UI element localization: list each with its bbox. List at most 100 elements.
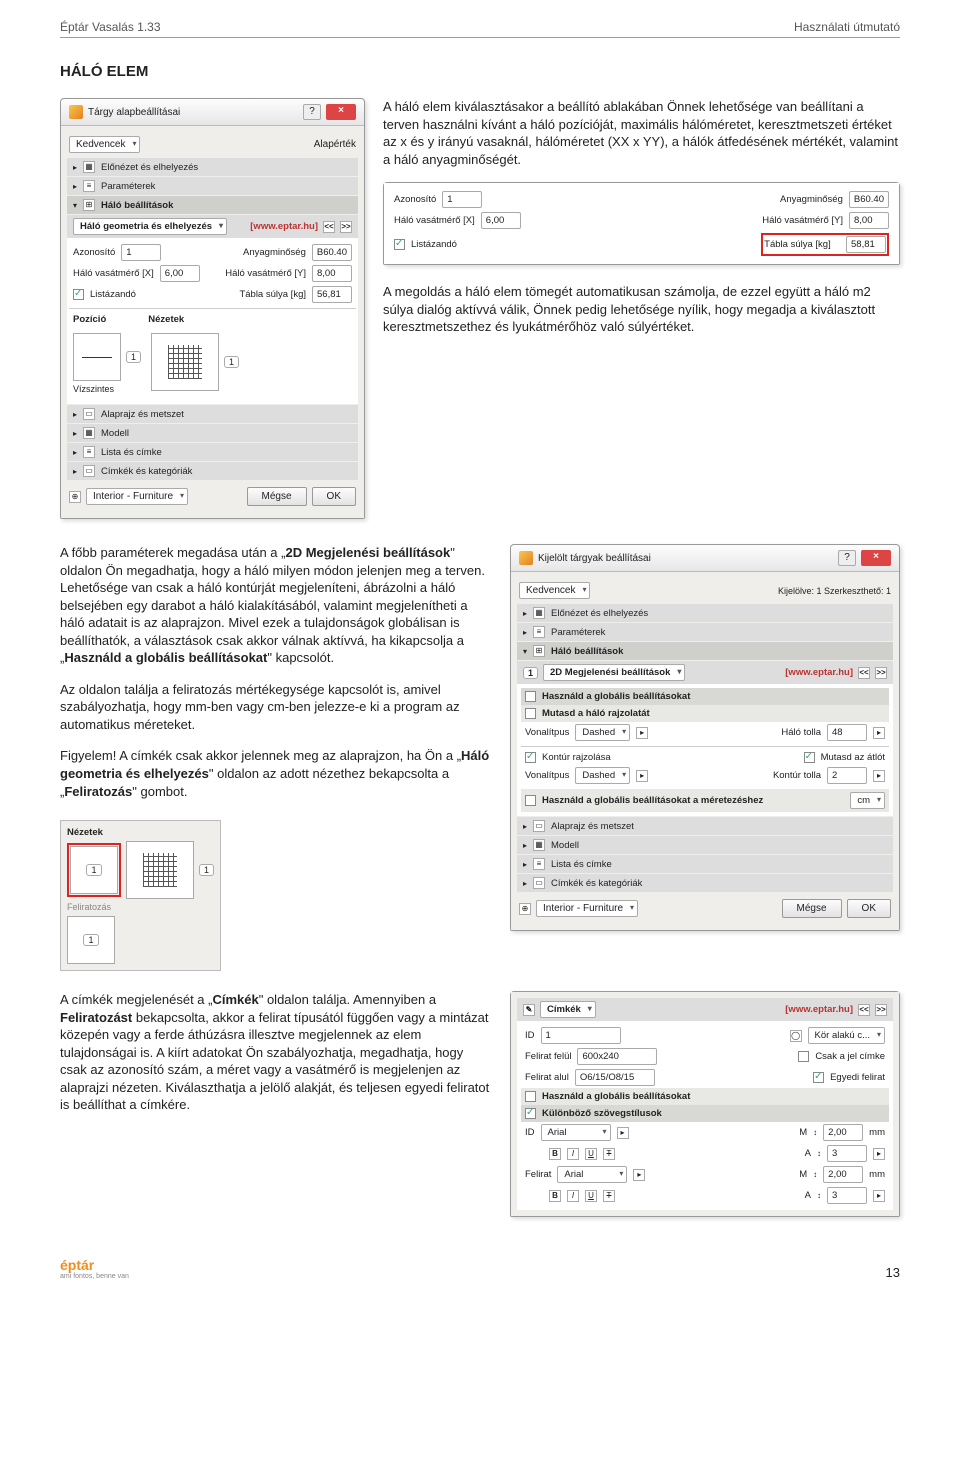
italic-btn2[interactable]: I <box>567 1190 579 1202</box>
row-model[interactable]: Modell <box>101 428 129 439</box>
d2-lt-btn[interactable]: ▸ <box>636 727 648 739</box>
d3-a1[interactable]: 3 <box>827 1145 867 1162</box>
suly-val[interactable]: 56,81 <box>312 286 352 303</box>
bold-btn2[interactable]: B <box>549 1190 561 1202</box>
d2-global-cb[interactable] <box>525 691 536 702</box>
y-val[interactable]: 8,00 <box>312 265 352 282</box>
d2-ok[interactable]: OK <box>847 899 891 918</box>
d3-ff-v[interactable]: 600x240 <box>577 1048 657 1065</box>
d2-ct[interactable]: Címkék és kategóriák <box>551 878 642 889</box>
i-y-val[interactable]: 8,00 <box>849 212 889 229</box>
row-hallo[interactable]: Háló beállítások <box>101 200 173 211</box>
close-button2[interactable]: × <box>861 550 891 566</box>
close-button[interactable]: × <box>326 104 356 120</box>
sd-tile1[interactable]: 1 <box>70 846 118 894</box>
x-val[interactable]: 6,00 <box>160 265 200 282</box>
dlg2-fav[interactable]: Kedvencek <box>519 582 590 599</box>
d2-dashed2[interactable]: Dashed <box>575 767 630 784</box>
d2-layer-icon: ⊕ <box>519 903 531 915</box>
row-preview[interactable]: Előnézet és elhelyezés <box>101 162 198 173</box>
row-cat[interactable]: Címkék és kategóriák <box>101 466 192 477</box>
d2-fp[interactable]: Alaprajz és metszet <box>551 821 634 832</box>
d3-panel[interactable]: Címkék <box>540 1001 596 1018</box>
category-select[interactable]: Interior - Furniture <box>86 488 188 505</box>
panel-select[interactable]: Háló geometria és elhelyezés <box>73 218 227 235</box>
d3-next[interactable]: >> <box>875 1004 887 1016</box>
strike-btn[interactable]: T <box>603 1148 615 1160</box>
d3-csak: Csak a jel címke <box>815 1051 885 1062</box>
sd-mesh[interactable] <box>126 841 194 899</box>
i-azon-val[interactable]: 1 <box>442 191 482 208</box>
d2-atlo-cb[interactable] <box>804 752 815 763</box>
i-x-val[interactable]: 6,00 <box>481 212 521 229</box>
d3-prev[interactable]: << <box>858 1004 870 1016</box>
d3-fa-v[interactable]: O6/15/O8/15 <box>575 1069 655 1086</box>
d2-prev[interactable]: << <box>858 667 870 679</box>
d2-row1[interactable]: Paraméterek <box>551 627 605 638</box>
strike-btn2[interactable]: T <box>603 1190 615 1202</box>
d3-kulon-cb[interactable] <box>525 1108 536 1119</box>
row-list[interactable]: Lista és címke <box>101 447 162 458</box>
view-mesh[interactable] <box>151 333 219 391</box>
next-btn[interactable]: >> <box>340 221 352 233</box>
bold-btn[interactable]: B <box>549 1148 561 1160</box>
d2-ktolla-v[interactable]: 2 <box>827 767 867 784</box>
row-params[interactable]: Paraméterek <box>101 181 155 192</box>
d2-mutasd-cb[interactable] <box>525 708 536 719</box>
i-suly-val[interactable]: 58,81 <box>846 236 886 253</box>
d2-mdl[interactable]: Modell <box>551 840 579 851</box>
d3-shape-icon[interactable]: ◯ <box>790 1030 802 1042</box>
d3-mm1: mm <box>869 1127 885 1138</box>
cancel-button[interactable]: Mégse <box>247 487 307 506</box>
d3-pen1[interactable]: ▸ <box>873 1148 885 1160</box>
d2-lt-btn2[interactable]: ▸ <box>636 770 648 782</box>
d2-tolla-v[interactable]: 48 <box>827 724 867 741</box>
d3-font2[interactable]: Arial <box>557 1166 627 1183</box>
cat-icon: ▭ <box>83 465 95 477</box>
d2-cancel[interactable]: Mégse <box>782 899 842 918</box>
d3-fbtn2[interactable]: ▸ <box>633 1169 645 1181</box>
d2-cm[interactable]: cm <box>850 792 885 809</box>
paragraph-2: A megoldás a háló elem tömegét automatik… <box>383 283 900 336</box>
i-anyag-val[interactable]: B60.40 <box>849 191 889 208</box>
d2-tolla: Háló tolla <box>781 727 821 738</box>
ok-button[interactable]: OK <box>312 487 356 506</box>
d3-m1[interactable]: 2,00 <box>823 1124 863 1141</box>
pos-tile[interactable] <box>73 333 121 381</box>
d2-lst[interactable]: Lista és címke <box>551 859 612 870</box>
d3-font1[interactable]: Arial <box>541 1124 611 1141</box>
d2-row2[interactable]: Háló beállítások <box>551 646 623 657</box>
d3-csak-cb[interactable] <box>798 1051 809 1062</box>
row-fp[interactable]: Alaprajz és metszet <box>101 409 184 420</box>
d2-panel[interactable]: 2D Megjelenési beállítások <box>543 664 685 681</box>
d2-cat[interactable]: Interior - Furniture <box>536 900 638 917</box>
i-list-cb[interactable] <box>394 239 405 250</box>
d3-m2[interactable]: 2,00 <box>823 1166 863 1183</box>
help-button2[interactable]: ? <box>838 550 856 566</box>
d3-egyedi-cb[interactable] <box>813 1072 824 1083</box>
d2-row0[interactable]: Előnézet és elhelyezés <box>551 608 648 619</box>
d3-a2[interactable]: 3 <box>827 1187 867 1204</box>
d2-global2-cb[interactable] <box>525 795 536 806</box>
d2-kontur-cb[interactable] <box>525 752 536 763</box>
d3-icon: ✎ <box>523 1004 535 1016</box>
azon-val[interactable]: 1 <box>121 244 161 261</box>
d2-pen-btn[interactable]: ▸ <box>873 727 885 739</box>
d2-next[interactable]: >> <box>875 667 887 679</box>
list-checkbox[interactable] <box>73 289 84 300</box>
prev-btn[interactable]: << <box>323 221 335 233</box>
underline-btn[interactable]: U <box>585 1148 597 1160</box>
help-button[interactable]: ? <box>303 104 321 120</box>
d2-pen2[interactable]: ▸ <box>873 770 885 782</box>
d3-id-v[interactable]: 1 <box>541 1027 621 1044</box>
d2-dashed[interactable]: Dashed <box>575 724 630 741</box>
favorites-dropdown[interactable]: Kedvencek <box>69 136 140 153</box>
d3-global-cb[interactable] <box>525 1091 536 1102</box>
underline-btn2[interactable]: U <box>585 1190 597 1202</box>
sd-tile2[interactable]: 1 <box>67 916 115 964</box>
d3-kor[interactable]: Kör alakú c... <box>808 1027 885 1044</box>
anyag-val[interactable]: B60.40 <box>312 244 352 261</box>
d3-fbtn1[interactable]: ▸ <box>617 1127 629 1139</box>
italic-btn[interactable]: I <box>567 1148 579 1160</box>
d3-pen2[interactable]: ▸ <box>873 1190 885 1202</box>
